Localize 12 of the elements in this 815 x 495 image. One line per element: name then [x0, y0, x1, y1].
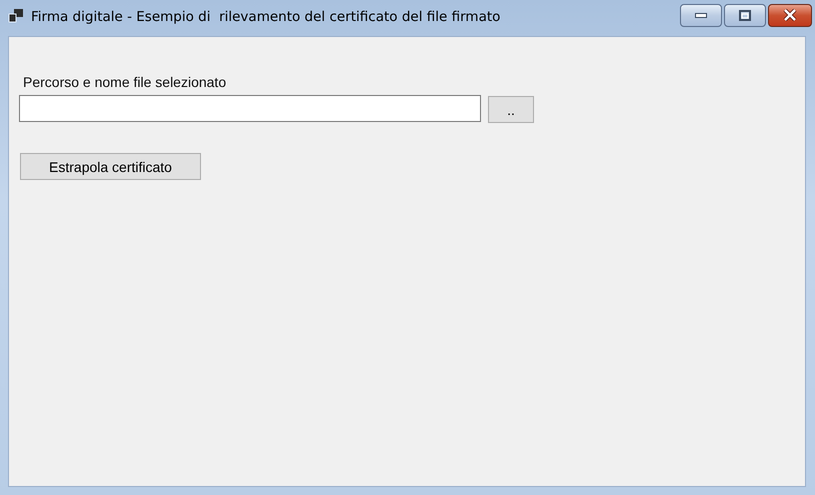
close-button[interactable]: [768, 4, 812, 26]
close-icon: [783, 9, 797, 21]
file-path-field[interactable]: [19, 95, 481, 122]
extract-certificate-button[interactable]: Estrapola certificato: [20, 153, 201, 180]
window-title: Firma digitale - Esempio di rilevamento del certificato del file firmato: [31, 9, 500, 25]
minimize-button[interactable]: [680, 4, 722, 26]
minimize-icon: [695, 12, 707, 18]
maximize-icon: [739, 10, 751, 20]
maximize-button[interactable]: [724, 4, 766, 26]
app-icon: [8, 9, 24, 23]
browse-button[interactable]: ..: [488, 96, 534, 123]
field-label: Percorso e nome file selezionato: [23, 74, 228, 90]
